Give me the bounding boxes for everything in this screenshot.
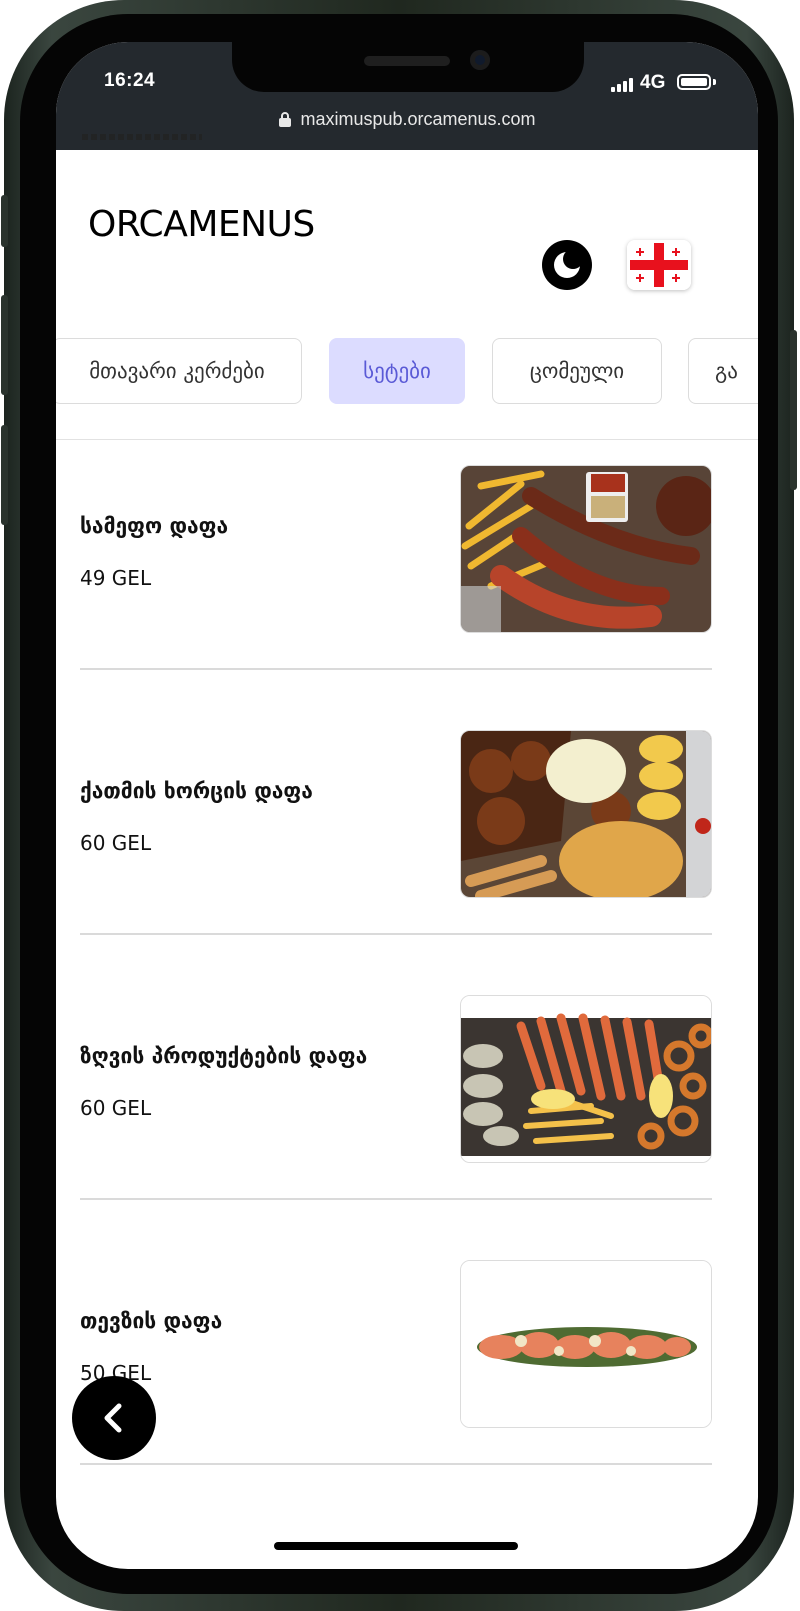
seafood-platter-photo[interactable]	[460, 995, 712, 1163]
fish-platter-photo[interactable]	[460, 1260, 712, 1428]
tab-main-dishes[interactable]: მთავარი კერძები	[56, 338, 302, 404]
status-time: 16:24	[104, 70, 156, 91]
front-camera	[470, 50, 490, 70]
url-bar[interactable]: maximuspub.orcamenus.com	[56, 102, 758, 136]
battery-icon	[677, 74, 711, 90]
home-indicator	[274, 1542, 518, 1550]
power-button	[790, 330, 797, 490]
theme-toggle-button[interactable]	[542, 240, 592, 290]
phone-frame: 16:24 4G maximuspub.orcamenus.com ORCAME…	[1, 0, 797, 1611]
category-tabs: მთავარი კერძები სეტები ცომეული გა	[56, 338, 758, 408]
tabs-divider	[56, 439, 758, 440]
item-price: 49 GEL	[80, 566, 152, 590]
tab-pastry[interactable]: ცომეული	[492, 338, 662, 404]
item-price: 60 GEL	[80, 1096, 152, 1120]
moon-icon	[554, 249, 583, 278]
item-name: ზღვის პროდუქტების დაფა	[80, 1044, 368, 1068]
item-divider	[80, 668, 712, 670]
screen: 16:24 4G maximuspub.orcamenus.com ORCAME…	[56, 42, 758, 1569]
georgia-flag-icon	[627, 240, 691, 290]
site-header: ORCAMENUS	[56, 150, 758, 330]
menu-item[interactable]: ქათმის ხორცის დაფა 60 GEL	[80, 725, 712, 990]
language-button[interactable]	[627, 240, 691, 290]
notch	[232, 42, 584, 92]
menu-item[interactable]: სამეფო დაფა 49 GEL	[80, 460, 712, 725]
item-divider	[80, 1463, 712, 1465]
mute-switch	[1, 195, 8, 247]
signal-icon	[611, 76, 635, 92]
lock-icon	[279, 112, 292, 127]
url-text: maximuspub.orcamenus.com	[300, 109, 536, 129]
speaker	[364, 56, 450, 66]
sausage-platter-photo[interactable]	[460, 465, 712, 633]
tab-more[interactable]: გა	[688, 338, 758, 404]
site-logo[interactable]: ORCAMENUS	[88, 204, 315, 245]
item-name: სამეფო დაფა	[80, 514, 229, 538]
item-divider	[80, 933, 712, 935]
item-price: 60 GEL	[80, 831, 152, 855]
chicken-platter-photo[interactable]	[460, 730, 712, 898]
item-name: ქათმის ხორცის დაფა	[80, 779, 313, 803]
back-button[interactable]	[72, 1376, 156, 1460]
menu-item[interactable]: ზღვის პროდუქტების დაფა 60 GEL	[80, 990, 712, 1255]
chevron-left-icon	[104, 1403, 122, 1433]
item-name: თევზის დაფა	[80, 1309, 223, 1333]
volume-down-button	[1, 425, 8, 525]
scrolled-content-edge	[82, 134, 202, 148]
item-divider	[80, 1198, 712, 1200]
menu-item[interactable]: თევზის დაფა 50 GEL	[80, 1255, 712, 1520]
network-type: 4G	[640, 72, 666, 93]
tab-sets[interactable]: სეტები	[329, 338, 465, 404]
volume-up-button	[1, 295, 8, 395]
